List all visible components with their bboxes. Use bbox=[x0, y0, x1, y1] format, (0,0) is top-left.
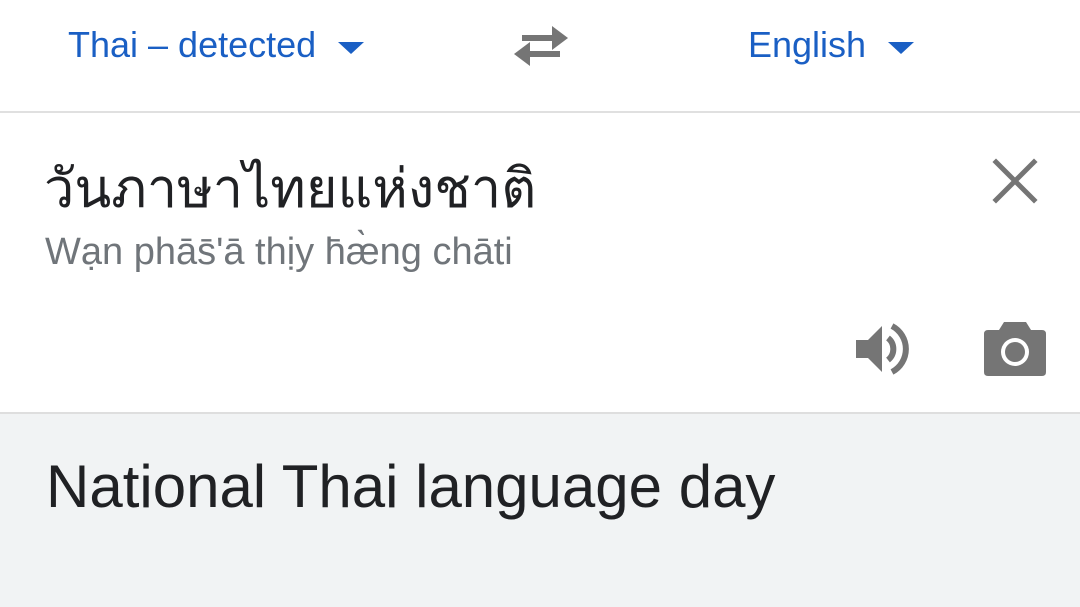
language-bar: Thai – detected English bbox=[0, 0, 1080, 113]
clear-text-button[interactable] bbox=[990, 156, 1040, 206]
listen-button[interactable] bbox=[852, 318, 914, 380]
source-language-label: Thai – detected bbox=[68, 24, 317, 65]
swap-languages-button[interactable] bbox=[510, 22, 572, 70]
target-language-label: English bbox=[748, 24, 867, 65]
source-input-area[interactable]: วันภาษาไทยแห่งชาติ Wạn phās̄ʹā thịy h̄æ̀… bbox=[0, 113, 1080, 414]
speaker-icon bbox=[856, 323, 909, 375]
source-text[interactable]: วันภาษาไทยแห่งชาติ bbox=[44, 145, 536, 231]
swap-arrows-icon bbox=[514, 26, 568, 66]
source-language-selector[interactable]: Thai – detected bbox=[68, 20, 365, 70]
target-language-selector[interactable]: English bbox=[748, 20, 915, 70]
transliteration-text: Wạn phās̄ʹā thịy h̄æ̀ng chāti bbox=[45, 231, 513, 273]
chevron-down-icon bbox=[338, 42, 365, 54]
translate-app: Thai – detected English วันภาษาไทยแห่งชา… bbox=[0, 0, 1080, 607]
chevron-down-icon bbox=[888, 42, 915, 54]
camera-button[interactable] bbox=[982, 318, 1048, 380]
close-icon bbox=[992, 158, 1038, 204]
translation-result-area: National Thai language day bbox=[0, 414, 1080, 607]
camera-icon bbox=[984, 322, 1046, 376]
translation-text: National Thai language day bbox=[46, 453, 776, 520]
